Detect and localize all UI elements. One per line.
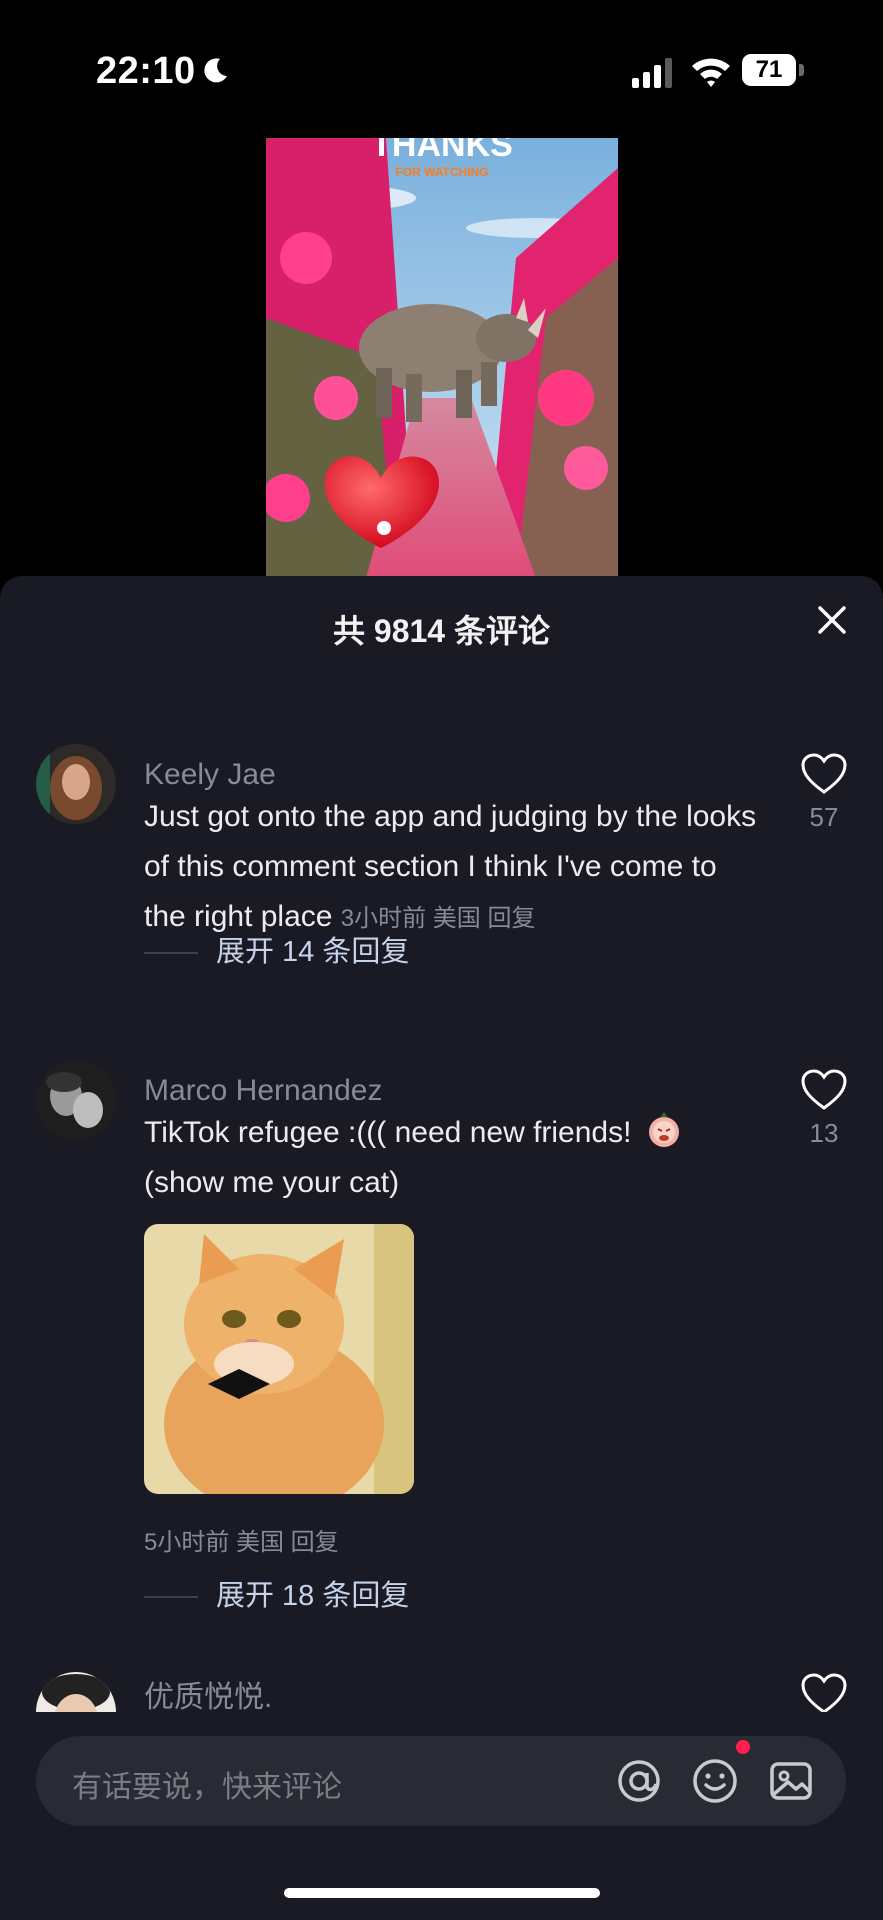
close-icon[interactable]	[808, 596, 856, 644]
battery-indicator: 71	[742, 54, 804, 88]
expand-replies-label: 展开 14 条回复	[216, 936, 410, 968]
comment-username[interactable]: Keely Jae	[144, 758, 276, 792]
avatar[interactable]	[36, 1060, 116, 1140]
comment-count-title: 共 9814 条评论	[333, 613, 550, 649]
expand-replies-label: 展开 18 条回复	[216, 1580, 410, 1612]
video-subtitle: FOR WATCHING	[395, 165, 488, 179]
avatar[interactable]	[36, 1672, 116, 1712]
comment-sheet: 共 9814 条评论 Keely Jae Just got onto the a…	[0, 576, 883, 1920]
heart-icon[interactable]	[800, 1068, 848, 1112]
wifi-icon	[692, 58, 730, 87]
expand-replies-button[interactable]: 展开 18 条回复	[144, 1572, 409, 1614]
expand-divider	[144, 952, 198, 955]
heart-icon[interactable]	[800, 1672, 848, 1712]
expand-divider	[144, 1596, 198, 1599]
battery-level: 71	[742, 54, 796, 86]
home-indicator[interactable]	[284, 1888, 600, 1898]
like-count: 57	[809, 802, 839, 832]
like-count: 13	[809, 1118, 839, 1148]
avatar[interactable]	[36, 744, 116, 824]
comment-meta[interactable]: 5小时前 美国 回复	[144, 1522, 339, 1557]
expand-replies-button[interactable]: 展开 14 条回复	[144, 928, 409, 970]
video-artwork: THANKS FOR WATCHING	[266, 138, 618, 578]
heart-icon[interactable]	[800, 752, 848, 796]
comment-input[interactable]: 有话要说，快来评论	[36, 1736, 846, 1826]
moon-icon	[204, 58, 227, 83]
comment-input-placeholder: 有话要说，快来评论	[72, 1771, 342, 1804]
image-icon[interactable]	[766, 1756, 816, 1806]
emoji-sticker-icon	[648, 1112, 679, 1147]
comment-image[interactable]	[144, 1224, 414, 1494]
video-preview[interactable]: THANKS FOR WATCHING	[266, 138, 618, 578]
comment-item: 优质悦悦.	[0, 1672, 883, 1712]
signal-icon	[632, 58, 672, 88]
comment-body-line2: (show me your cat)	[144, 1166, 400, 1199]
mention-icon[interactable]	[614, 1756, 664, 1806]
battery-tip	[799, 64, 804, 76]
status-bar: 22:10 71	[0, 0, 883, 140]
video-title: THANKS	[371, 138, 513, 164]
comment-username[interactable]: Marco Hernandez	[144, 1074, 382, 1108]
notification-dot	[736, 1740, 750, 1754]
comment-username[interactable]: 优质悦悦.	[144, 1672, 272, 1712]
comment-text: Just got onto the app and judging by the…	[144, 792, 764, 944]
comment-text: TikTok refugee :((( need new friends! (s…	[144, 1108, 764, 1208]
status-time: 22:10	[96, 50, 196, 92]
comment-body: TikTok refugee :((( need new friends!	[144, 1116, 632, 1149]
emoji-icon[interactable]	[690, 1756, 740, 1806]
